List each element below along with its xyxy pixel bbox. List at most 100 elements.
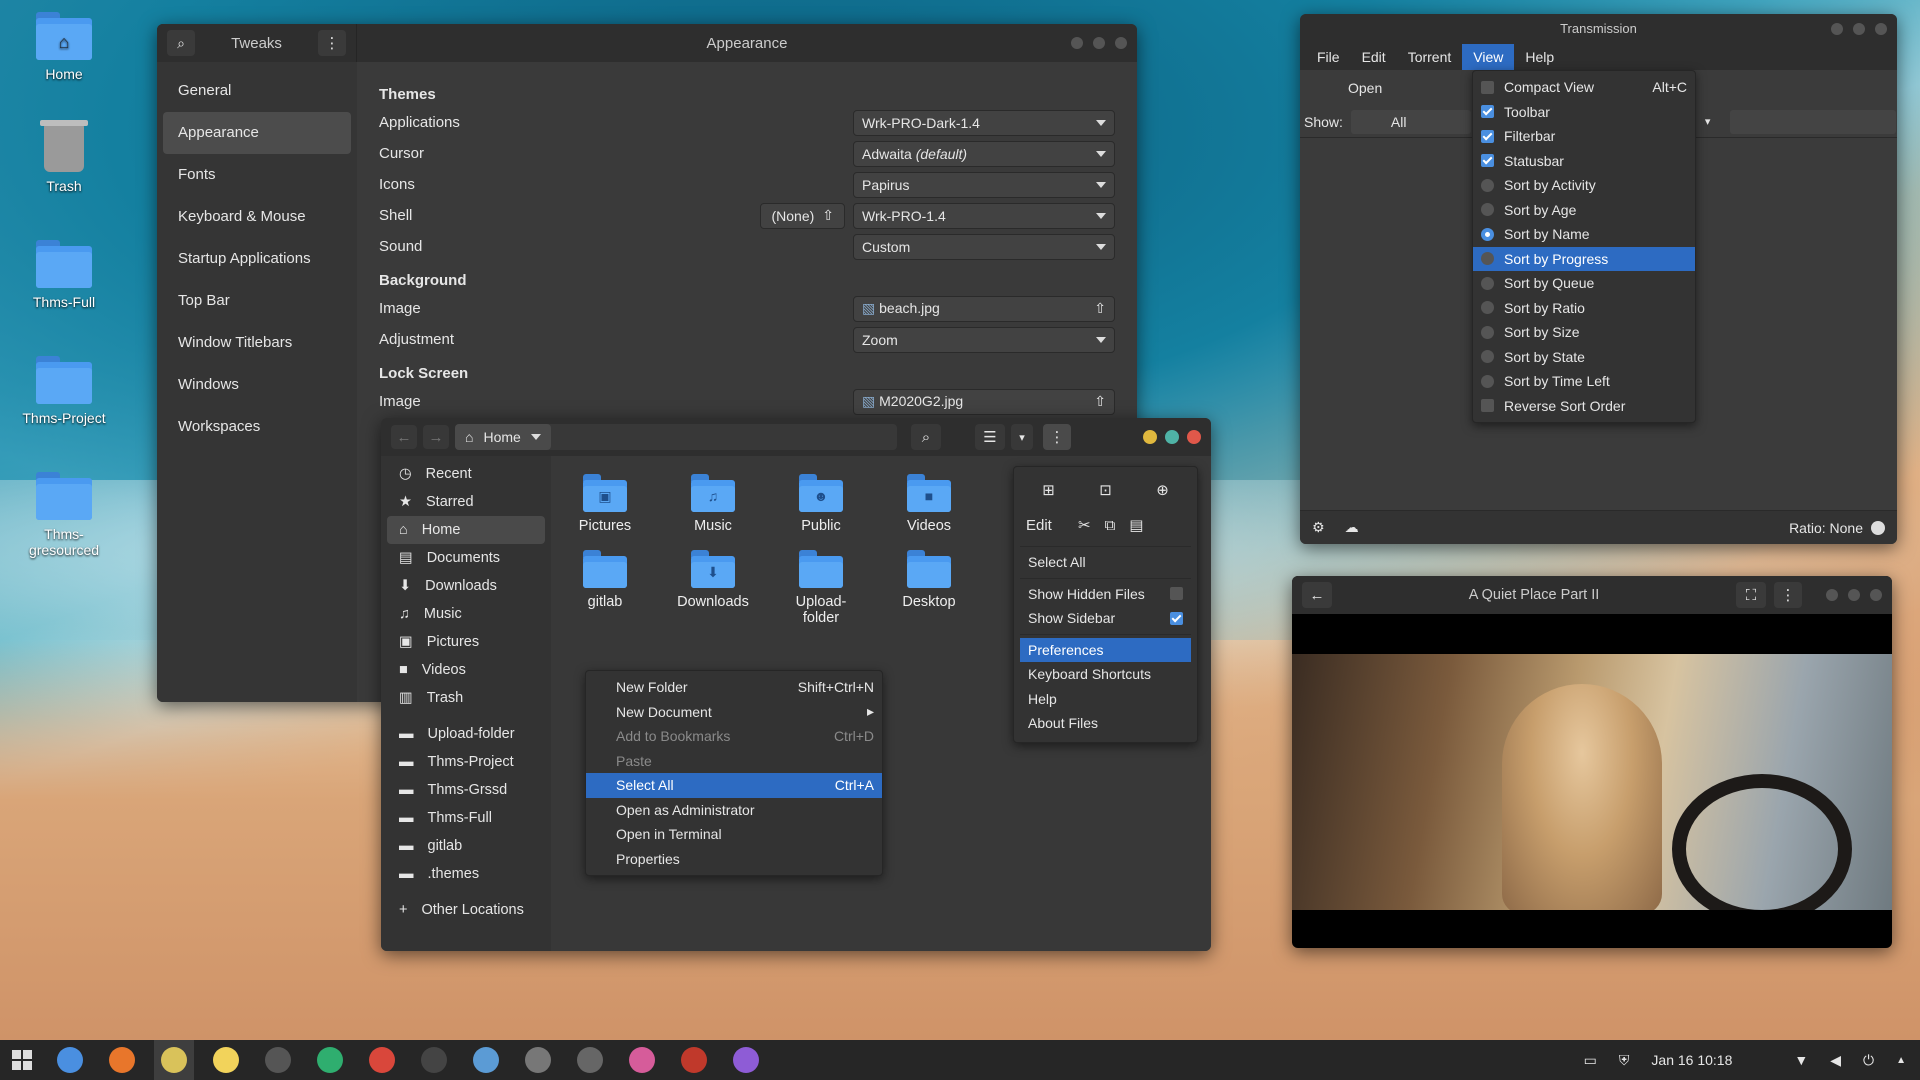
view-menu-item[interactable]: Sort by Ratio [1473,296,1695,321]
file-item[interactable]: ▣ Pictures [555,468,655,534]
sidebar-item-documents[interactable]: ▤ Documents [387,544,545,572]
sidebar-item-home[interactable]: ⌂ Home [387,516,545,544]
view-menu-item[interactable]: Sort by Progress [1473,246,1695,271]
search-icon[interactable]: ⌕ [911,424,941,450]
sidebar-bookmark-upload-folder[interactable]: ▬ Upload-folder [387,720,545,748]
desktop-icon-thms-project[interactable]: Thms-Project [10,356,118,426]
terminal-icon[interactable] [258,1040,298,1080]
back-arrow-icon[interactable]: ← [1302,582,1332,608]
fullscreen-icon[interactable]: ⛶ [1736,582,1766,608]
tweaks-sidebar-item-workspaces[interactable]: Workspaces [163,406,351,448]
paste-icon[interactable]: ▤ [1129,516,1143,534]
maximize-button[interactable] [1093,37,1105,49]
menubar-item[interactable]: File [1306,44,1351,70]
cursor-combo[interactable]: Adwaita (default) [853,140,1115,167]
finder-icon[interactable] [466,1040,506,1080]
sidebar-item-videos[interactable]: ■ Videos [387,656,545,684]
tweaks-sidebar-item-window-titlebars[interactable]: Window Titlebars [163,322,351,364]
maximize-button[interactable] [1848,589,1860,601]
app-menu-select-all[interactable]: Select All [1020,550,1191,575]
back-arrow-icon[interactable]: ← [391,425,417,449]
maximize-button[interactable] [1165,430,1179,444]
checkbox-checked-icon[interactable] [1170,611,1183,625]
checkbox-icon[interactable] [1170,587,1183,601]
file-item[interactable]: Desktop [879,544,979,610]
sound-combo[interactable]: Custom [853,233,1115,260]
download-icon[interactable] [518,1040,558,1080]
context-menu-item[interactable]: Open in Terminal [586,822,882,847]
app-menu-preferences[interactable]: Preferences [1020,637,1191,662]
cut-icon[interactable]: ✂ [1078,516,1091,534]
copy-icon[interactable]: ⧉ [1105,517,1116,534]
minimize-button[interactable] [1831,23,1843,35]
tweaks-sidebar-item-general[interactable]: General [163,70,351,112]
sidebar-item-recent[interactable]: ◷ Recent [387,460,545,488]
path-home-button[interactable]: ⌂ Home [455,424,551,450]
tweaks-sidebar-item-startup[interactable]: Startup Applications [163,238,351,280]
close-button[interactable] [1870,589,1882,601]
chevron-up-icon[interactable]: ▲ [1896,1055,1906,1066]
chromium-icon[interactable] [50,1040,90,1080]
open-button[interactable]: Open [1348,80,1382,96]
screen-icon[interactable]: ▭ [1584,1052,1597,1069]
app-menu-help[interactable]: Help [1020,687,1191,712]
app-launcher-icon[interactable] [12,1050,32,1070]
file-item[interactable]: ☻ Public [771,468,871,534]
app-menu-show-hidden[interactable]: Show Hidden Files [1020,582,1191,607]
file-item[interactable]: gitlab [555,544,655,610]
maximize-button[interactable] [1853,23,1865,35]
close-button[interactable] [1187,430,1201,444]
view-menu-item[interactable]: Sort by Size [1473,320,1695,345]
shell-file-button[interactable]: (None) ⇧ [760,202,845,229]
applications-combo[interactable]: Wrk-PRO-Dark-1.4 [853,109,1115,136]
view-menu-item[interactable]: Reverse Sort Order [1473,394,1695,419]
file-item[interactable]: ♫ Music [663,468,763,534]
tweaks-sidebar-item-fonts[interactable]: Fonts [163,154,351,196]
app-menu-show-sidebar[interactable]: Show Sidebar [1020,606,1191,631]
sidebar-item-other-locations[interactable]: + Other Locations [387,896,545,924]
view-menu-item[interactable]: Sort by State [1473,345,1695,370]
menubar-item[interactable]: Help [1514,44,1565,70]
view-menu-item[interactable]: Toolbar [1473,100,1695,125]
view-menu-item[interactable]: Sort by Queue [1473,271,1695,296]
new-window-icon[interactable]: ⊞ [1042,481,1055,499]
menu-dots-icon[interactable]: ⋮ [1043,424,1071,450]
view-menu-item[interactable]: Statusbar [1473,149,1695,174]
video-frame[interactable] [1292,654,1892,910]
sidebar-item-trash[interactable]: ▥ Trash [387,684,545,712]
shell-combo[interactable]: Wrk-PRO-1.4 [853,202,1115,229]
desktop-icon-trash[interactable]: Trash [10,120,118,194]
transmission-icon[interactable] [310,1040,350,1080]
volume-icon[interactable]: ◀ [1830,1052,1841,1069]
minimize-button[interactable] [1071,37,1083,49]
cat-icon[interactable] [414,1040,454,1080]
search-icon[interactable]: ⌕ [167,30,195,56]
tweaks-sidebar-item-windows[interactable]: Windows [163,364,351,406]
desktop-icon-thms-gresourced[interactable]: Thms-gresourced [10,472,118,558]
context-menu-item[interactable]: Properties [586,847,882,872]
context-menu-item[interactable]: New Document ▸ [586,700,882,725]
context-menu-item[interactable]: Open as Administrator [586,798,882,823]
menu-dots-icon[interactable]: ⋮ [317,30,346,56]
context-menu-item[interactable]: Select All Ctrl+A [586,773,882,798]
desktop-icon-thms-full[interactable]: Thms-Full [10,240,118,310]
ratio-toggle-icon[interactable] [1871,520,1885,535]
list-view-icon[interactable]: ☰ [975,424,1005,450]
firefox-icon[interactable] [102,1040,142,1080]
sidebar-item-music[interactable]: ♫ Music [387,600,545,628]
new-tab-icon[interactable]: ⊡ [1099,481,1112,499]
menu-dots-icon[interactable]: ⋮ [1774,582,1802,608]
file-item[interactable]: Upload- folder [771,544,871,626]
play-store-icon[interactable] [726,1040,766,1080]
archive-icon[interactable] [674,1040,714,1080]
close-button[interactable] [1115,37,1127,49]
show-filter-combo[interactable]: All [1350,109,1471,134]
sidebar-item-starred[interactable]: ★ Starred [387,488,545,516]
shield-icon[interactable]: ⛨ [1619,1052,1630,1069]
desktop-icon-home[interactable]: ⌂ Home [10,12,118,82]
bg-adjustment-combo[interactable]: Zoom [853,326,1115,353]
tweaks-sidebar-item-keyboard-mouse[interactable]: Keyboard & Mouse [163,196,351,238]
view-options-chevron-icon[interactable]: ▾ [1011,424,1033,450]
text-editor-icon[interactable] [206,1040,246,1080]
sidebar-bookmark-themes[interactable]: ▬ .themes [387,860,545,888]
